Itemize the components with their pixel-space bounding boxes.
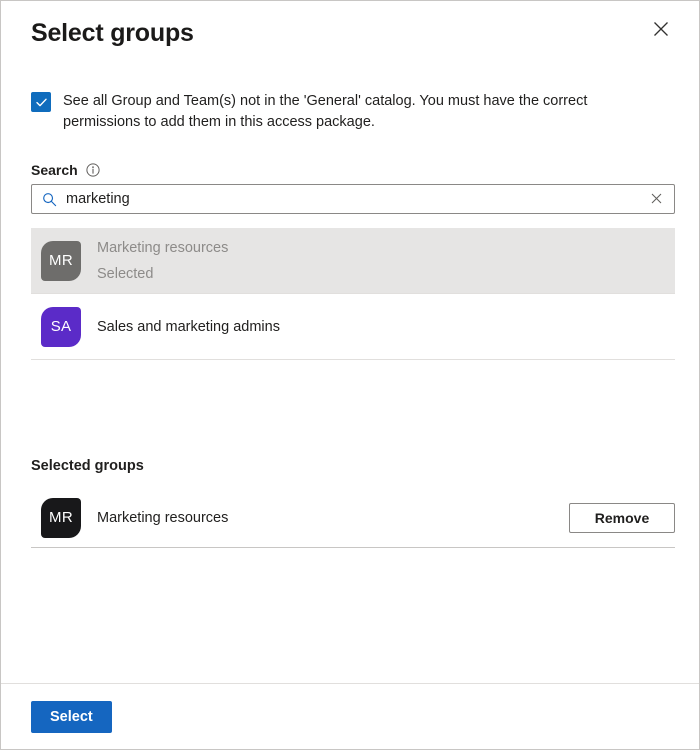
search-result-text: Sales and marketing admins [97,317,280,337]
avatar: MR [41,498,81,538]
remove-button[interactable]: Remove [569,503,675,533]
search-result-name: Marketing resources [97,238,228,258]
search-input[interactable] [57,186,644,212]
search-icon [41,191,57,207]
info-icon[interactable] [86,163,100,177]
catalog-checkbox-label: See all Group and Team(s) not in the 'Ge… [63,91,638,133]
selected-group-name: Marketing resources [97,510,569,526]
select-button[interactable]: Select [31,701,112,733]
search-result-row-0: MR Marketing resources Selected [31,228,675,294]
search-result-status: Selected [97,264,228,284]
avatar: MR [41,241,81,281]
dialog-body: See all Group and Team(s) not in the 'Ge… [1,63,699,683]
avatar: SA [41,307,81,347]
close-icon [653,21,669,37]
search-result-name: Sales and marketing admins [97,317,280,337]
search-clear-button[interactable] [644,186,668,212]
selected-group-row: MR Marketing resources Remove [31,488,675,548]
page-title: Select groups [31,17,675,49]
select-groups-dialog: Select groups See all Group and Team(s) … [0,0,700,750]
catalog-checkbox-row[interactable]: See all Group and Team(s) not in the 'Ge… [31,91,675,133]
search-label: Search [31,162,78,178]
search-result-row-1[interactable]: SA Sales and marketing admins [31,294,675,360]
search-box[interactable] [31,184,675,214]
search-result-text: Marketing resources Selected [97,238,228,284]
clear-icon [651,192,662,207]
dialog-footer: Select [1,683,699,749]
search-results-list: MR Marketing resources Selected SA Sales… [31,228,675,360]
close-button[interactable] [643,11,679,47]
search-label-row: Search [31,162,675,178]
catalog-checkbox[interactable] [31,92,51,112]
selected-groups-list: MR Marketing resources Remove [31,488,675,548]
dialog-header: Select groups [1,1,699,63]
checkmark-icon [35,96,48,109]
selected-groups-heading: Selected groups [31,458,675,474]
